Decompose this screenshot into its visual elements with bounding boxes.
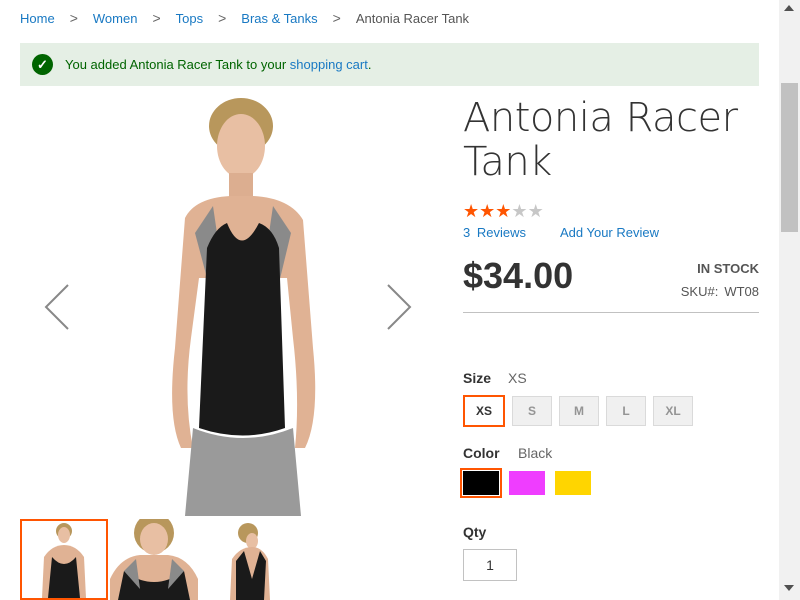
sku-label: SKU#: — [680, 284, 719, 299]
color-swatches — [460, 468, 601, 498]
qty-label: Qty — [463, 524, 487, 540]
size-swatches: XS S M L XL — [463, 395, 700, 427]
scrollbar[interactable] — [779, 0, 800, 600]
color-option-purple[interactable] — [509, 471, 545, 495]
breadcrumb-bras-tanks[interactable]: Bras & Tanks — [241, 11, 317, 26]
star-icon: ★ — [479, 201, 496, 221]
chevron-right-icon[interactable] — [382, 283, 414, 331]
check-icon: ✓ — [32, 54, 53, 75]
gallery-thumbnails — [20, 519, 290, 600]
size-option-xl[interactable]: XL — [653, 396, 693, 426]
breadcrumb-separator: > — [218, 10, 227, 26]
rating-stars: ★ ★ ★ ★ ★ — [463, 202, 544, 220]
breadcrumb-separator: > — [152, 10, 161, 26]
breadcrumb-separator: > — [69, 10, 78, 26]
size-option-s[interactable]: S — [512, 396, 552, 426]
star-icon: ★ — [511, 201, 528, 221]
size-option-xs[interactable]: XS — [463, 395, 505, 427]
breadcrumb-separator: > — [332, 10, 341, 26]
breadcrumb-tops[interactable]: Tops — [176, 11, 203, 26]
divider — [463, 312, 759, 313]
scroll-down-icon[interactable] — [784, 585, 794, 591]
reviews-count: 3 — [463, 225, 471, 240]
sku-value: WT08 — [724, 284, 759, 299]
thumbnail-back[interactable] — [200, 519, 288, 600]
message-text-before: You added Antonia Racer Tank to your — [65, 57, 290, 72]
color-label: Color — [463, 445, 500, 461]
breadcrumb: Home > Women > Tops > Bras & Tanks > Ant… — [20, 10, 469, 26]
qty-input[interactable] — [463, 549, 517, 581]
color-option-yellow[interactable] — [555, 471, 591, 495]
product-sku: SKU#: WT08 — [681, 284, 759, 299]
reviews-label: Reviews — [476, 225, 526, 240]
size-label: Size — [463, 370, 492, 386]
product-gallery — [20, 98, 440, 516]
thumbnail-closeup[interactable] — [110, 519, 198, 600]
star-icon: ★ — [495, 201, 512, 221]
scroll-up-icon[interactable] — [784, 5, 794, 11]
product-title: Antonia Racer Tank — [463, 95, 738, 185]
product-price: $34.00 — [463, 255, 574, 296]
breadcrumb-women[interactable]: Women — [93, 11, 138, 26]
size-selected-value: XS — [508, 370, 527, 386]
chevron-left-icon[interactable] — [42, 283, 74, 331]
breadcrumb-home[interactable]: Home — [20, 11, 55, 26]
add-review-link[interactable]: Add Your Review — [560, 225, 659, 240]
reviews-links: 3 Reviews Add Your Review — [463, 225, 659, 240]
scrollbar-thumb[interactable] — [781, 83, 798, 232]
message-text: You added Antonia Racer Tank to your sho… — [65, 57, 371, 72]
color-option-black[interactable] — [460, 468, 502, 498]
size-option-l[interactable]: L — [606, 396, 646, 426]
color-selected-value: Black — [518, 445, 553, 461]
stock-status: In stock — [697, 261, 759, 276]
success-message: ✓ You added Antonia Racer Tank to your s… — [20, 43, 759, 86]
star-icon: ★ — [527, 201, 544, 221]
thumbnail-front[interactable] — [20, 519, 108, 600]
breadcrumb-current: Antonia Racer Tank — [355, 10, 470, 26]
message-text-after: . — [367, 57, 372, 72]
reviews-count-link[interactable]: 3 Reviews — [463, 225, 526, 240]
product-main-image[interactable] — [155, 98, 330, 516]
size-option-m[interactable]: M — [559, 396, 599, 426]
star-icon: ★ — [463, 201, 480, 221]
shopping-cart-link[interactable]: shopping cart — [290, 57, 368, 72]
